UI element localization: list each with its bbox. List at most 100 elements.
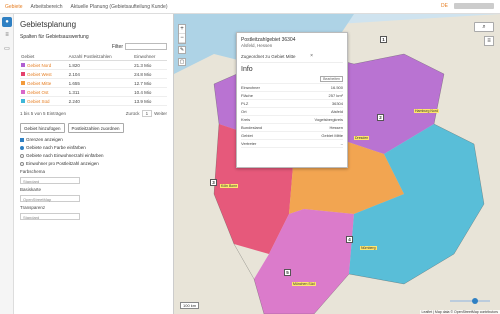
population: 12.7 Mio (133, 78, 167, 88)
column-header-population[interactable]: Einwohner (133, 53, 167, 61)
popup-row-key: Fläche (241, 93, 254, 98)
territory-marker[interactable]: 1 (380, 36, 387, 43)
column-header-count[interactable]: Anzahl Postleitzahlen (67, 53, 134, 61)
popup-assignment: Zugeordnet zu Gebiet Mitte (241, 54, 296, 59)
territory-name[interactable]: Gebiet West (20, 69, 68, 79)
territory-table: Gebiet Anzahl Postleitzahlen Einwohner G… (20, 53, 167, 106)
zip-popup: Postleitzahlgebiet 36304 Alsfeld, Hessen… (236, 32, 348, 168)
popup-row: PLZ 36304 (241, 100, 343, 108)
folder-icon[interactable]: ▭ (2, 43, 12, 53)
table-row[interactable]: Gebiet Süd 2.240 13.9 Mio (20, 96, 167, 106)
territory-marker[interactable]: 5 (284, 269, 291, 276)
filter-input[interactable] (125, 43, 167, 50)
icon-rail: ● ≡ ▭ (0, 14, 14, 314)
radio-icon[interactable] (20, 145, 24, 150)
brand-link[interactable]: Gebiete (0, 4, 27, 10)
draw-tool-icon[interactable]: ✎ (178, 46, 186, 54)
close-icon[interactable]: × (310, 53, 313, 59)
color-scheme-select[interactable]: Standard (20, 177, 80, 184)
map-label: Hamburg Nord (414, 109, 439, 113)
popup-row-key: Ort (241, 109, 247, 114)
radio-icon[interactable] (20, 153, 24, 158)
color-swatch (21, 99, 25, 104)
slider-handle[interactable] (472, 298, 478, 304)
territory-name-text: Gebiet Mitte (27, 80, 52, 86)
layers-icon[interactable]: ≡ (2, 30, 12, 40)
popup-info-header: Bearbeiten (241, 75, 343, 84)
territory-marker[interactable]: 3 (210, 179, 217, 186)
basemap-select[interactable]: OpenStreetMap (20, 195, 80, 202)
table-row[interactable]: Gebiet Mitte 1.655 12.7 Mio (20, 78, 167, 88)
popup-row-key: Einwohner (241, 85, 260, 90)
territory-name-text: Gebiet Nord (27, 62, 52, 68)
popup-row-value: 36304 (331, 101, 343, 106)
territory-name-text: Gebiet Ost (27, 89, 49, 95)
popup-subtitle: Alsfeld, Hessen (241, 43, 273, 48)
radio-option-color[interactable]: Gebiete nach Farbe einfärben (20, 145, 167, 150)
popup-row: Bundesland Hessen (241, 124, 343, 132)
table-row[interactable]: Gebiet West 2.104 24.8 Mio (20, 69, 167, 79)
zoom-in-button[interactable]: + (179, 25, 185, 34)
opacity-select[interactable]: Standard (20, 213, 80, 220)
layers-button[interactable]: ≡ (484, 36, 494, 46)
column-header-territory[interactable]: Gebiet (20, 53, 68, 61)
assign-zip-button[interactable]: Postleitzahlen zuordnen (67, 123, 124, 133)
checkbox-icon[interactable] (20, 137, 24, 142)
population: 24.8 Mio (133, 69, 167, 79)
map-search-button[interactable]: ⌕ (474, 22, 494, 32)
zoom-out-button[interactable]: − (179, 34, 185, 43)
popup-row-value: Vogelsbergkreis (314, 117, 343, 122)
radio-option-population[interactable]: Gebiete nach Einwohnerzahl einfärben (20, 153, 167, 158)
table-row[interactable]: Gebiet Ost 1.311 10.4 Mio (20, 87, 167, 97)
edit-button[interactable]: Bearbeiten (320, 76, 343, 82)
add-territory-button[interactable]: Gebiet hinzufügen (20, 123, 65, 133)
popup-divider (241, 62, 343, 63)
breadcrumb-workspace[interactable]: Arbeitsbereich (27, 4, 67, 10)
map-label: Nürnberg (360, 246, 377, 250)
map-label: Dresden (354, 136, 370, 140)
home-icon[interactable]: ● (2, 17, 12, 27)
color-swatch (21, 72, 25, 77)
opacity-slider[interactable] (450, 298, 490, 304)
pager-next[interactable]: Weiter (154, 111, 167, 116)
popup-row-key: Vertreter (241, 141, 257, 146)
zoom-control: + − (178, 24, 186, 44)
pager-page[interactable]: 1 (141, 110, 153, 117)
popup-row-value: Hessen (329, 125, 343, 130)
popup-row: Gebiet Gebiet Mitte (241, 132, 343, 140)
action-buttons: Gebiet hinzufügen Postleitzahlen zuordne… (20, 123, 167, 133)
zip-count: 2.104 (67, 69, 134, 79)
territory-marker[interactable]: 2 (377, 114, 384, 121)
pager: Zurück 1 Weiter (126, 110, 167, 117)
select-tool-icon[interactable]: ▢ (178, 58, 186, 66)
color-swatch (21, 63, 25, 68)
pager-prev[interactable]: Zurück (126, 111, 140, 116)
popup-row-key: Gebiet (241, 133, 253, 138)
table-row[interactable]: Gebiet Nord 1.820 21.3 Mio (20, 60, 167, 70)
borders-toggle[interactable]: Grenzen anzeigen (20, 137, 167, 142)
population: 10.4 Mio (133, 87, 167, 97)
radio-icon[interactable] (20, 161, 24, 166)
pager-info: 1 bis 5 von 5 Einträgen (20, 111, 67, 116)
filter-label: Filter (111, 43, 123, 50)
user-menu[interactable] (454, 3, 494, 9)
planning-panel: Gebietsplanung Spalten für Gebietsauswer… (14, 14, 174, 314)
population: 21.3 Mio (133, 60, 167, 70)
territory-name[interactable]: Gebiet Süd (20, 96, 68, 106)
territory-name[interactable]: Gebiet Nord (20, 60, 68, 70)
language-switch[interactable]: DE (441, 3, 448, 9)
popup-row-value: Gebiet Mitte (321, 133, 343, 138)
color-swatch (21, 81, 25, 86)
breadcrumb-current[interactable]: Aktuelle Planung (Gebietsaufteilung Kund… (66, 4, 171, 10)
radio-option-density[interactable]: Einwohner pro Postleitzahl anzeigen (20, 161, 167, 166)
territory-marker[interactable]: 4 (346, 236, 353, 243)
basemap-label: Basiskarte (20, 187, 42, 192)
borders-label: Grenzen anzeigen (26, 137, 63, 142)
zip-count: 2.240 (67, 96, 134, 106)
zip-count: 1.655 (67, 78, 134, 88)
territory-name[interactable]: Gebiet Mitte (20, 78, 68, 88)
territory-name[interactable]: Gebiet Ost (20, 87, 68, 97)
popup-row: Fläche 257 km² (241, 92, 343, 100)
territory-name-text: Gebiet West (27, 71, 52, 77)
pager-row: 1 bis 5 von 5 Einträgen Zurück 1 Weiter (20, 110, 167, 117)
